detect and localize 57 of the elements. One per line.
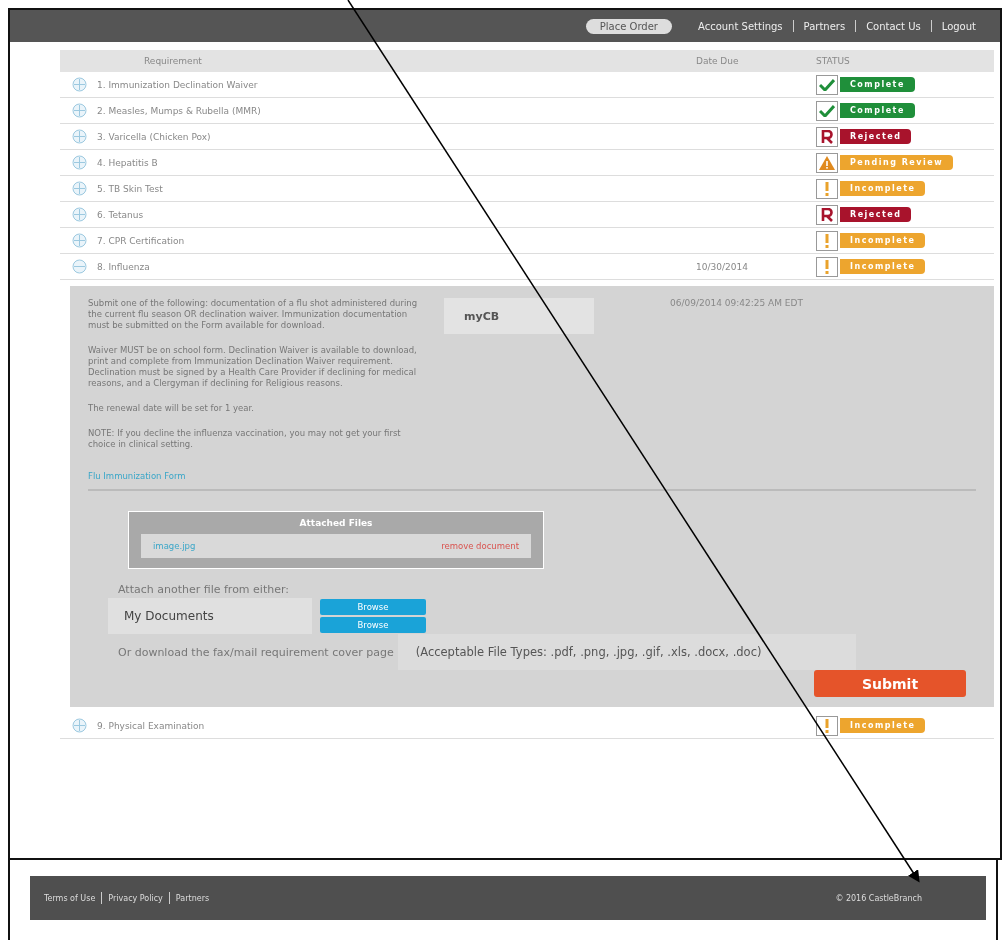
status-badge: Complete <box>840 103 915 118</box>
footer-link[interactable]: Terms of Use <box>44 893 96 903</box>
instruction-text: NOTE: If you decline the influenza vaccination, you may not get your first choice in clinical setting. <box>88 428 402 450</box>
requirement-name: 6. Tetanus <box>97 209 144 220</box>
copyright-text: © 2016 CastleBranch <box>835 893 922 903</box>
plus-circle-icon[interactable] <box>72 718 87 733</box>
plus-circle-icon[interactable] <box>72 129 87 144</box>
download-label: Or download the fax/mail requirement cover page <box>118 645 394 659</box>
requirement-name: 4. Hepatitis B <box>97 157 158 168</box>
status-badge: Incomplete <box>840 259 926 274</box>
requirement-name: 2. Measles, Mumps & Rubella (MMR) <box>97 105 261 116</box>
reviewer-label: myCB <box>444 298 594 334</box>
r-letter-icon <box>821 129 833 144</box>
file-types-note: (Acceptable File Types: .pdf, .png, .jpg, .gif, .xls, .docx, .doc) <box>397 634 856 670</box>
requirement-name: 3. Varicella (Chicken Pox) <box>97 131 211 142</box>
r-letter-icon <box>821 207 833 222</box>
instruction-text: Waiver MUST be on school form. Declination Waiver is available to download, print and complete from Immunization Declination Waiver requirement. Declination must be signed by a Health Care Provider if declining for medical reasons, and a Clergyman if declining for Religious reasons. <box>88 345 418 389</box>
plus-circle-icon[interactable] <box>72 103 87 118</box>
exclamation-icon <box>824 259 830 274</box>
requirement-name: 1. Immunization Declination Waiver <box>97 79 258 90</box>
instruction-text: The renewal date will be set for 1 year. <box>88 403 255 414</box>
minus-circle-icon[interactable] <box>72 259 87 274</box>
plus-circle-icon[interactable] <box>72 207 87 222</box>
plus-circle-icon[interactable] <box>72 77 87 92</box>
nav-link[interactable]: Partners <box>793 20 856 32</box>
exclamation-icon <box>824 233 830 248</box>
status-badge: Pending Review <box>840 155 954 170</box>
instruction-text: Submit one of the following: documentation of a flu shot administered during the current flu season OR declination waiver. Immunization documentation must be submitted on the Form available for download. <box>88 298 419 331</box>
requirement-name: 7. CPR Certification <box>97 235 185 246</box>
plus-circle-icon[interactable] <box>72 155 87 170</box>
plus-circle-icon[interactable] <box>72 233 87 248</box>
nav-link[interactable]: Account Settings <box>688 20 793 32</box>
source-label: My Documents <box>108 598 312 634</box>
exclamation-icon <box>824 181 830 196</box>
submit-button[interactable]: Submit <box>814 670 966 697</box>
column-header: Date Due <box>696 56 740 66</box>
requirement-name: 9. Physical Examination <box>97 720 205 731</box>
attach-label: Attach another file from either: <box>118 583 290 596</box>
status-badge: Complete <box>840 77 915 92</box>
status-badge: Incomplete <box>840 718 926 733</box>
exclamation-icon <box>824 718 830 733</box>
plus-circle-icon[interactable] <box>72 181 87 196</box>
requirement-name: 8. Influenza <box>97 261 150 272</box>
status-badge: Incomplete <box>840 233 926 248</box>
footer-link[interactable]: Partners <box>175 893 210 903</box>
status-badge: Incomplete <box>840 181 926 196</box>
requirement-name: 5. TB Skin Test <box>97 183 163 194</box>
footer-link[interactable]: Privacy Policy <box>108 893 163 903</box>
nav-link[interactable]: Logout <box>931 20 986 32</box>
due-date: 10/30/2014 <box>696 261 749 272</box>
status-badge: Rejected <box>840 129 912 144</box>
column-header: Requirement <box>144 56 203 66</box>
nav-link[interactable]: Contact Us <box>856 20 931 32</box>
column-header: STATUS <box>816 56 851 66</box>
panel-title: Attached Files <box>298 518 374 528</box>
status-badge: Rejected <box>840 207 912 222</box>
timestamp: 06/09/2014 09:42:25 AM EDT <box>669 298 804 308</box>
